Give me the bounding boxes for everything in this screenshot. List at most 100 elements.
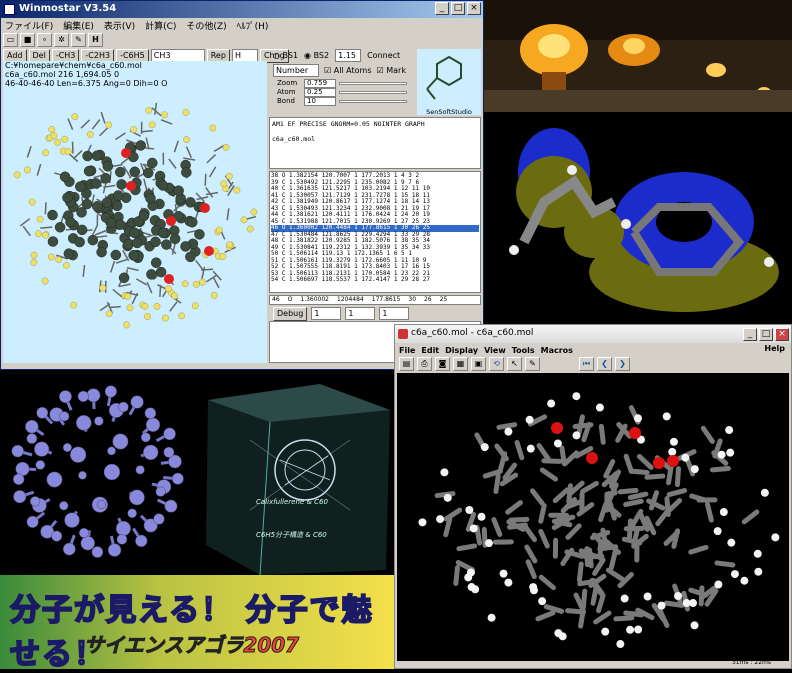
menu-view[interactable]: 表示(V): [104, 19, 135, 32]
bond-slider[interactable]: [339, 100, 407, 103]
menu-other[interactable]: その他(Z): [186, 19, 226, 32]
zoom-slider[interactable]: [339, 82, 407, 85]
rotate-icon[interactable]: ⟲: [489, 357, 504, 371]
edit-len: 1.360002: [300, 296, 329, 304]
carbon-atom: [158, 228, 168, 238]
jmol-canvas[interactable]: [397, 373, 789, 661]
bond: [528, 562, 534, 577]
next-frame-icon[interactable]: ❯: [615, 357, 630, 371]
bond: [639, 456, 651, 467]
carbon-atom: [107, 447, 115, 455]
zmatrix-list[interactable]: 38 O 1.382154 120.7007 1 177.2013 1 4 3 …: [269, 171, 481, 293]
hydrogen-atom: [183, 136, 189, 142]
pencil-icon[interactable]: ✎: [525, 357, 540, 371]
all-atoms-checkbox[interactable]: ☑ All Atoms: [324, 66, 372, 75]
open-file-icon[interactable]: ▤: [399, 357, 414, 371]
hydrogen-icon[interactable]: H: [88, 33, 103, 47]
carbon-atom: [113, 191, 123, 201]
jmol-menu-edit[interactable]: Edit: [421, 346, 439, 355]
jmol-menu-macros[interactable]: Macros: [541, 346, 573, 355]
oxygen-atom: [204, 246, 214, 256]
crystal-cube-photo: Calixfullerene & C60 C6H5分子構造 & C60: [200, 370, 394, 575]
hydrogen-atom: [754, 550, 762, 558]
zoom-input[interactable]: 0.759: [304, 79, 336, 88]
bs2-radio[interactable]: ◉ BS2: [304, 51, 329, 60]
menu-calc[interactable]: 計算(C): [145, 19, 176, 32]
hydrogen-atom: [199, 279, 205, 285]
carbon-atom: [154, 514, 165, 525]
hydrogen-atom: [500, 570, 508, 578]
keyword-box[interactable]: AM1 EF PRECISE GNORM=0.05 NOINTER GRAPH …: [269, 117, 481, 169]
pick-icon[interactable]: ↖: [507, 357, 522, 371]
hydrogen-atom: [626, 626, 634, 634]
bond-input[interactable]: 10: [304, 97, 336, 106]
edit-row[interactable]: 46 O 1.360002 1204484 177.8615 30 26 25: [269, 295, 481, 305]
dropdown-3[interactable]: 1: [379, 307, 409, 320]
menu-help[interactable]: ﾍﾙﾌﾟ(H): [237, 19, 269, 32]
carbon-atom: [164, 447, 174, 457]
carbon-atom: [87, 389, 100, 402]
mark-checkbox[interactable]: ☑ Mark: [377, 66, 406, 75]
jmol-menu-file[interactable]: File: [399, 346, 415, 355]
zmatrix-row[interactable]: 54 C 1.506697 118.5537 1 172.4147 1 29 2…: [271, 277, 479, 284]
hydrogen-atom: [24, 167, 30, 173]
menu-edit[interactable]: 編集(E): [63, 19, 94, 32]
jmol-menu-tools[interactable]: Tools: [512, 346, 535, 355]
jmol-maximize-button[interactable]: □: [759, 328, 773, 341]
first-frame-icon[interactable]: ⏮: [579, 357, 594, 371]
hydrogen-atom: [691, 621, 699, 629]
atom-slider[interactable]: [339, 91, 407, 94]
jmol-close-button[interactable]: ×: [775, 328, 789, 341]
save-icon[interactable]: ■: [20, 33, 35, 47]
bond: [527, 547, 535, 561]
jmol-menu-view[interactable]: View: [484, 346, 506, 355]
icon-toolbar: ▭ ■ ∘ ✲ ✎ H: [3, 33, 103, 49]
hydrogen-atom: [211, 292, 217, 298]
hydrogen-atom: [226, 173, 232, 179]
number-select[interactable]: Number: [273, 64, 319, 77]
carbon-atom: [82, 199, 92, 209]
dropdown-1[interactable]: 1: [311, 307, 341, 320]
jmol-toolbar: ▤ ⎙ ◙ ▦ ▣ ⟲ ↖ ✎ ⏮ ❮ ❯: [399, 357, 630, 371]
maximize-button[interactable]: □: [451, 2, 465, 15]
hydrogen-atom: [601, 628, 609, 636]
close-button[interactable]: ×: [467, 2, 481, 15]
hydrogen-atom: [149, 122, 155, 128]
bond: [45, 202, 46, 214]
carbon-atom: [48, 210, 58, 220]
connect-input[interactable]: 1.15: [335, 49, 361, 62]
atom-input[interactable]: 0.25: [304, 88, 336, 97]
carbon-atom: [150, 237, 160, 247]
lamp-photo: [484, 0, 792, 112]
hydrogen-atom: [14, 172, 20, 178]
debug-button[interactable]: Debug: [273, 307, 307, 321]
settings-icon[interactable]: ✲: [54, 33, 69, 47]
jmol-menu-display[interactable]: Display: [445, 346, 478, 355]
mark-label: Mark: [386, 66, 406, 75]
menu-file[interactable]: ファイル(F): [5, 19, 53, 32]
print-icon[interactable]: ⎙: [417, 357, 432, 371]
brush-icon[interactable]: ✎: [71, 33, 86, 47]
hydrogen-atom: [526, 416, 534, 424]
camera-icon[interactable]: ◙: [435, 357, 450, 371]
open-icon[interactable]: ▭: [3, 33, 18, 47]
minimize-button[interactable]: _: [435, 2, 449, 15]
oxygen-atom: [200, 203, 210, 213]
molecule-canvas[interactable]: [3, 61, 267, 363]
console-icon[interactable]: ▣: [471, 357, 486, 371]
prev-frame-icon[interactable]: ❮: [597, 357, 612, 371]
dropdown-2[interactable]: 1: [345, 307, 375, 320]
carbon-atom: [88, 235, 98, 245]
jmol-minimize-button[interactable]: _: [743, 328, 757, 341]
jmol-app-icon: [398, 329, 408, 339]
jmol-menu-help[interactable]: Help: [764, 344, 785, 353]
carbon-atom: [128, 509, 137, 518]
carbon-atom: [76, 415, 91, 430]
carbon-atom: [151, 258, 161, 268]
hydrogen-atom: [418, 518, 426, 526]
molecule-icon[interactable]: ∘: [37, 33, 52, 47]
edit-ang: 1204484: [337, 296, 364, 304]
export-icon[interactable]: ▦: [453, 357, 468, 371]
bs1-radio[interactable]: ○ BS1: [273, 51, 298, 60]
jmol-window: c6a_c60.mol - c6a_c60.mol _ □ × File Edi…: [394, 324, 792, 669]
